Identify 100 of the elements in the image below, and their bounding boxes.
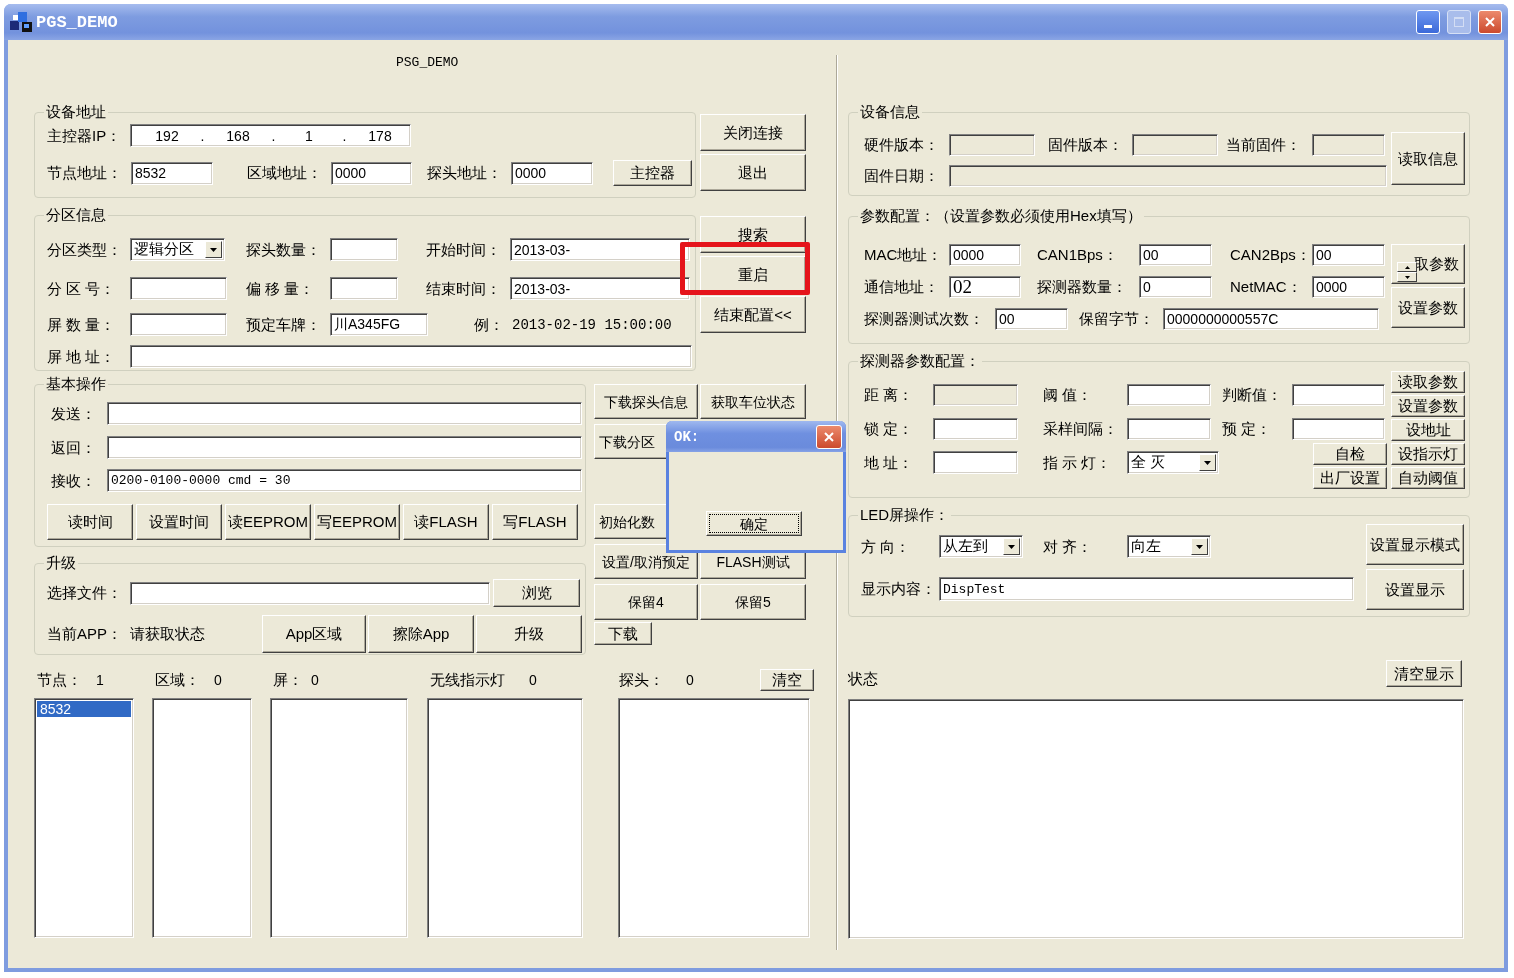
read-params-button[interactable]: 读取参数 <box>1391 371 1465 393</box>
caret-down-icon[interactable] <box>1397 272 1417 282</box>
read-info-button[interactable]: 读取信息 <box>1391 132 1465 185</box>
input-field[interactable] <box>1127 384 1211 406</box>
browse-button[interactable]: 浏览 <box>493 579 580 607</box>
input-field[interactable]: 川A345FG <box>330 313 428 336</box>
input-field[interactable] <box>933 418 1018 440</box>
field-label: 探测器数量： <box>1037 279 1127 295</box>
exit-button[interactable]: 退出 <box>700 154 806 191</box>
input-field[interactable] <box>130 277 227 300</box>
auto-threshold-button[interactable]: 自动阈值 <box>1391 467 1465 489</box>
input-field[interactable] <box>330 238 398 261</box>
input-field[interactable] <box>107 436 582 459</box>
field-label: 方 向： <box>861 538 911 555</box>
dropdown[interactable]: 全 灭 <box>1127 451 1219 474</box>
app-area-button[interactable]: App区域 <box>262 615 366 653</box>
write-eeprom-button[interactable]: 写EEPROM <box>314 504 400 540</box>
read-time-button[interactable]: 读时间 <box>47 504 133 540</box>
set-indicator-button[interactable]: 设指示灯 <box>1391 443 1465 465</box>
dropdown[interactable]: 向左 <box>1127 535 1211 558</box>
list-count: 0 <box>529 672 537 688</box>
input-field[interactable]: 0000 <box>331 161 412 185</box>
input-field[interactable]: DispTest <box>939 577 1354 601</box>
ok-button[interactable]: 确定 <box>706 511 802 536</box>
set-time-button[interactable]: 设置时间 <box>136 504 222 540</box>
toggle-reservation-button[interactable]: 设置/取消预定 <box>594 544 698 579</box>
field-label: 偏 移 量： <box>246 280 315 297</box>
caret-down-icon <box>205 241 222 258</box>
input-field[interactable] <box>330 277 398 300</box>
window-title: PGS_DEMO <box>36 12 118 32</box>
field-label: 例： <box>474 316 504 333</box>
set-display-mode-button[interactable]: 设置显示模式 <box>1366 524 1464 565</box>
input-field[interactable] <box>1292 384 1385 406</box>
close-button[interactable] <box>816 424 842 449</box>
group-title: 探测器参数配置： <box>859 353 981 369</box>
input-field[interactable]: 2013-03- <box>510 238 690 261</box>
set-params-button[interactable]: 设置参数 <box>1391 287 1465 328</box>
input-field[interactable]: 0000 <box>511 161 593 185</box>
app-heading: PSG_DEMO <box>396 55 459 70</box>
set-params-button[interactable]: 设置参数 <box>1391 395 1465 417</box>
field-label: CAN1Bps： <box>1037 247 1118 263</box>
list-label: 屏： <box>273 672 303 688</box>
end-config-button[interactable]: 结束配置<< <box>700 296 806 333</box>
disconnect-button[interactable]: 关闭连接 <box>700 114 806 151</box>
field-label: 锁 定： <box>864 421 914 437</box>
reserve-button[interactable]: 保留4 <box>594 584 698 620</box>
list-box[interactable]: 8532 <box>34 698 134 938</box>
field-label: 开始时间： <box>426 241 501 258</box>
input-field[interactable] <box>130 313 227 336</box>
input-field[interactable] <box>933 451 1018 474</box>
close-button[interactable] <box>1478 10 1502 34</box>
set-address-button[interactable]: 设地址 <box>1391 419 1465 441</box>
write-flash-button[interactable]: 写FLASH <box>492 504 578 540</box>
field-label: 指 示 灯： <box>1043 454 1112 471</box>
ip-address-field[interactable]: 192 . 168 . 1 . 178 <box>130 124 411 147</box>
factory-reset-button[interactable]: 出厂设置 <box>1313 467 1387 489</box>
input-field[interactable]: 0 <box>1139 276 1212 298</box>
self-test-button[interactable]: 自检 <box>1313 443 1387 465</box>
input-field[interactable] <box>1127 418 1211 440</box>
input-field[interactable]: 0000 <box>949 244 1021 266</box>
input-field[interactable] <box>130 345 692 368</box>
field-label: 分 区 号： <box>47 280 116 297</box>
input-field[interactable] <box>130 581 490 605</box>
reserve-button[interactable]: 保留5 <box>700 584 806 620</box>
download-probe-info-button[interactable]: 下载探头信息 <box>594 384 698 419</box>
clear-button[interactable]: 清空 <box>760 669 814 691</box>
input-field[interactable]: 0000000000557C <box>1163 308 1379 330</box>
field-label: 阈 值： <box>1043 387 1093 403</box>
input-field[interactable]: 00 <box>1312 244 1385 266</box>
list-item[interactable]: 8532 <box>37 701 131 717</box>
input-field[interactable] <box>107 402 582 425</box>
input-field[interactable]: 02 <box>949 276 1021 298</box>
input-field[interactable]: 2013-03- <box>510 277 690 300</box>
field-label: 硬件版本： <box>864 137 939 153</box>
set-display-button[interactable]: 设置显示 <box>1366 569 1464 610</box>
dropdown[interactable]: 逻辑分区 <box>130 238 225 261</box>
dropdown[interactable]: 从左到 <box>939 535 1023 558</box>
upgrade-button[interactable]: 升级 <box>476 615 582 653</box>
read-eeprom-button[interactable]: 读EEPROM <box>225 504 311 540</box>
get-parking-status-button[interactable]: 获取车位状态 <box>700 384 806 419</box>
caret-down-icon <box>1199 454 1216 471</box>
download-button[interactable]: 下载 <box>594 622 652 645</box>
list-label: 探头： <box>619 672 664 688</box>
input-field[interactable]: 8532 <box>131 161 213 185</box>
input-field[interactable]: 0200-0100-0000 cmd = 30 <box>107 469 582 492</box>
input-field[interactable]: 00 <box>1139 244 1212 266</box>
controller-button[interactable]: 主控器 <box>613 160 692 186</box>
list-box[interactable] <box>270 698 408 938</box>
clear-display-button[interactable]: 清空显示 <box>1386 660 1462 687</box>
minimize-button[interactable] <box>1416 10 1440 34</box>
input-field[interactable]: 00 <box>995 308 1068 330</box>
erase-app-button[interactable]: 擦除App <box>368 615 474 653</box>
field-label: 探测器测试次数： <box>864 311 984 327</box>
group-title: 设备地址 <box>45 104 107 120</box>
input-field[interactable]: 0000 <box>1312 276 1385 298</box>
list-box[interactable] <box>427 698 583 938</box>
field-label: 预定车牌： <box>246 316 321 333</box>
input-field[interactable] <box>1292 418 1385 440</box>
list-box[interactable] <box>152 698 252 938</box>
read-flash-button[interactable]: 读FLASH <box>403 504 489 540</box>
